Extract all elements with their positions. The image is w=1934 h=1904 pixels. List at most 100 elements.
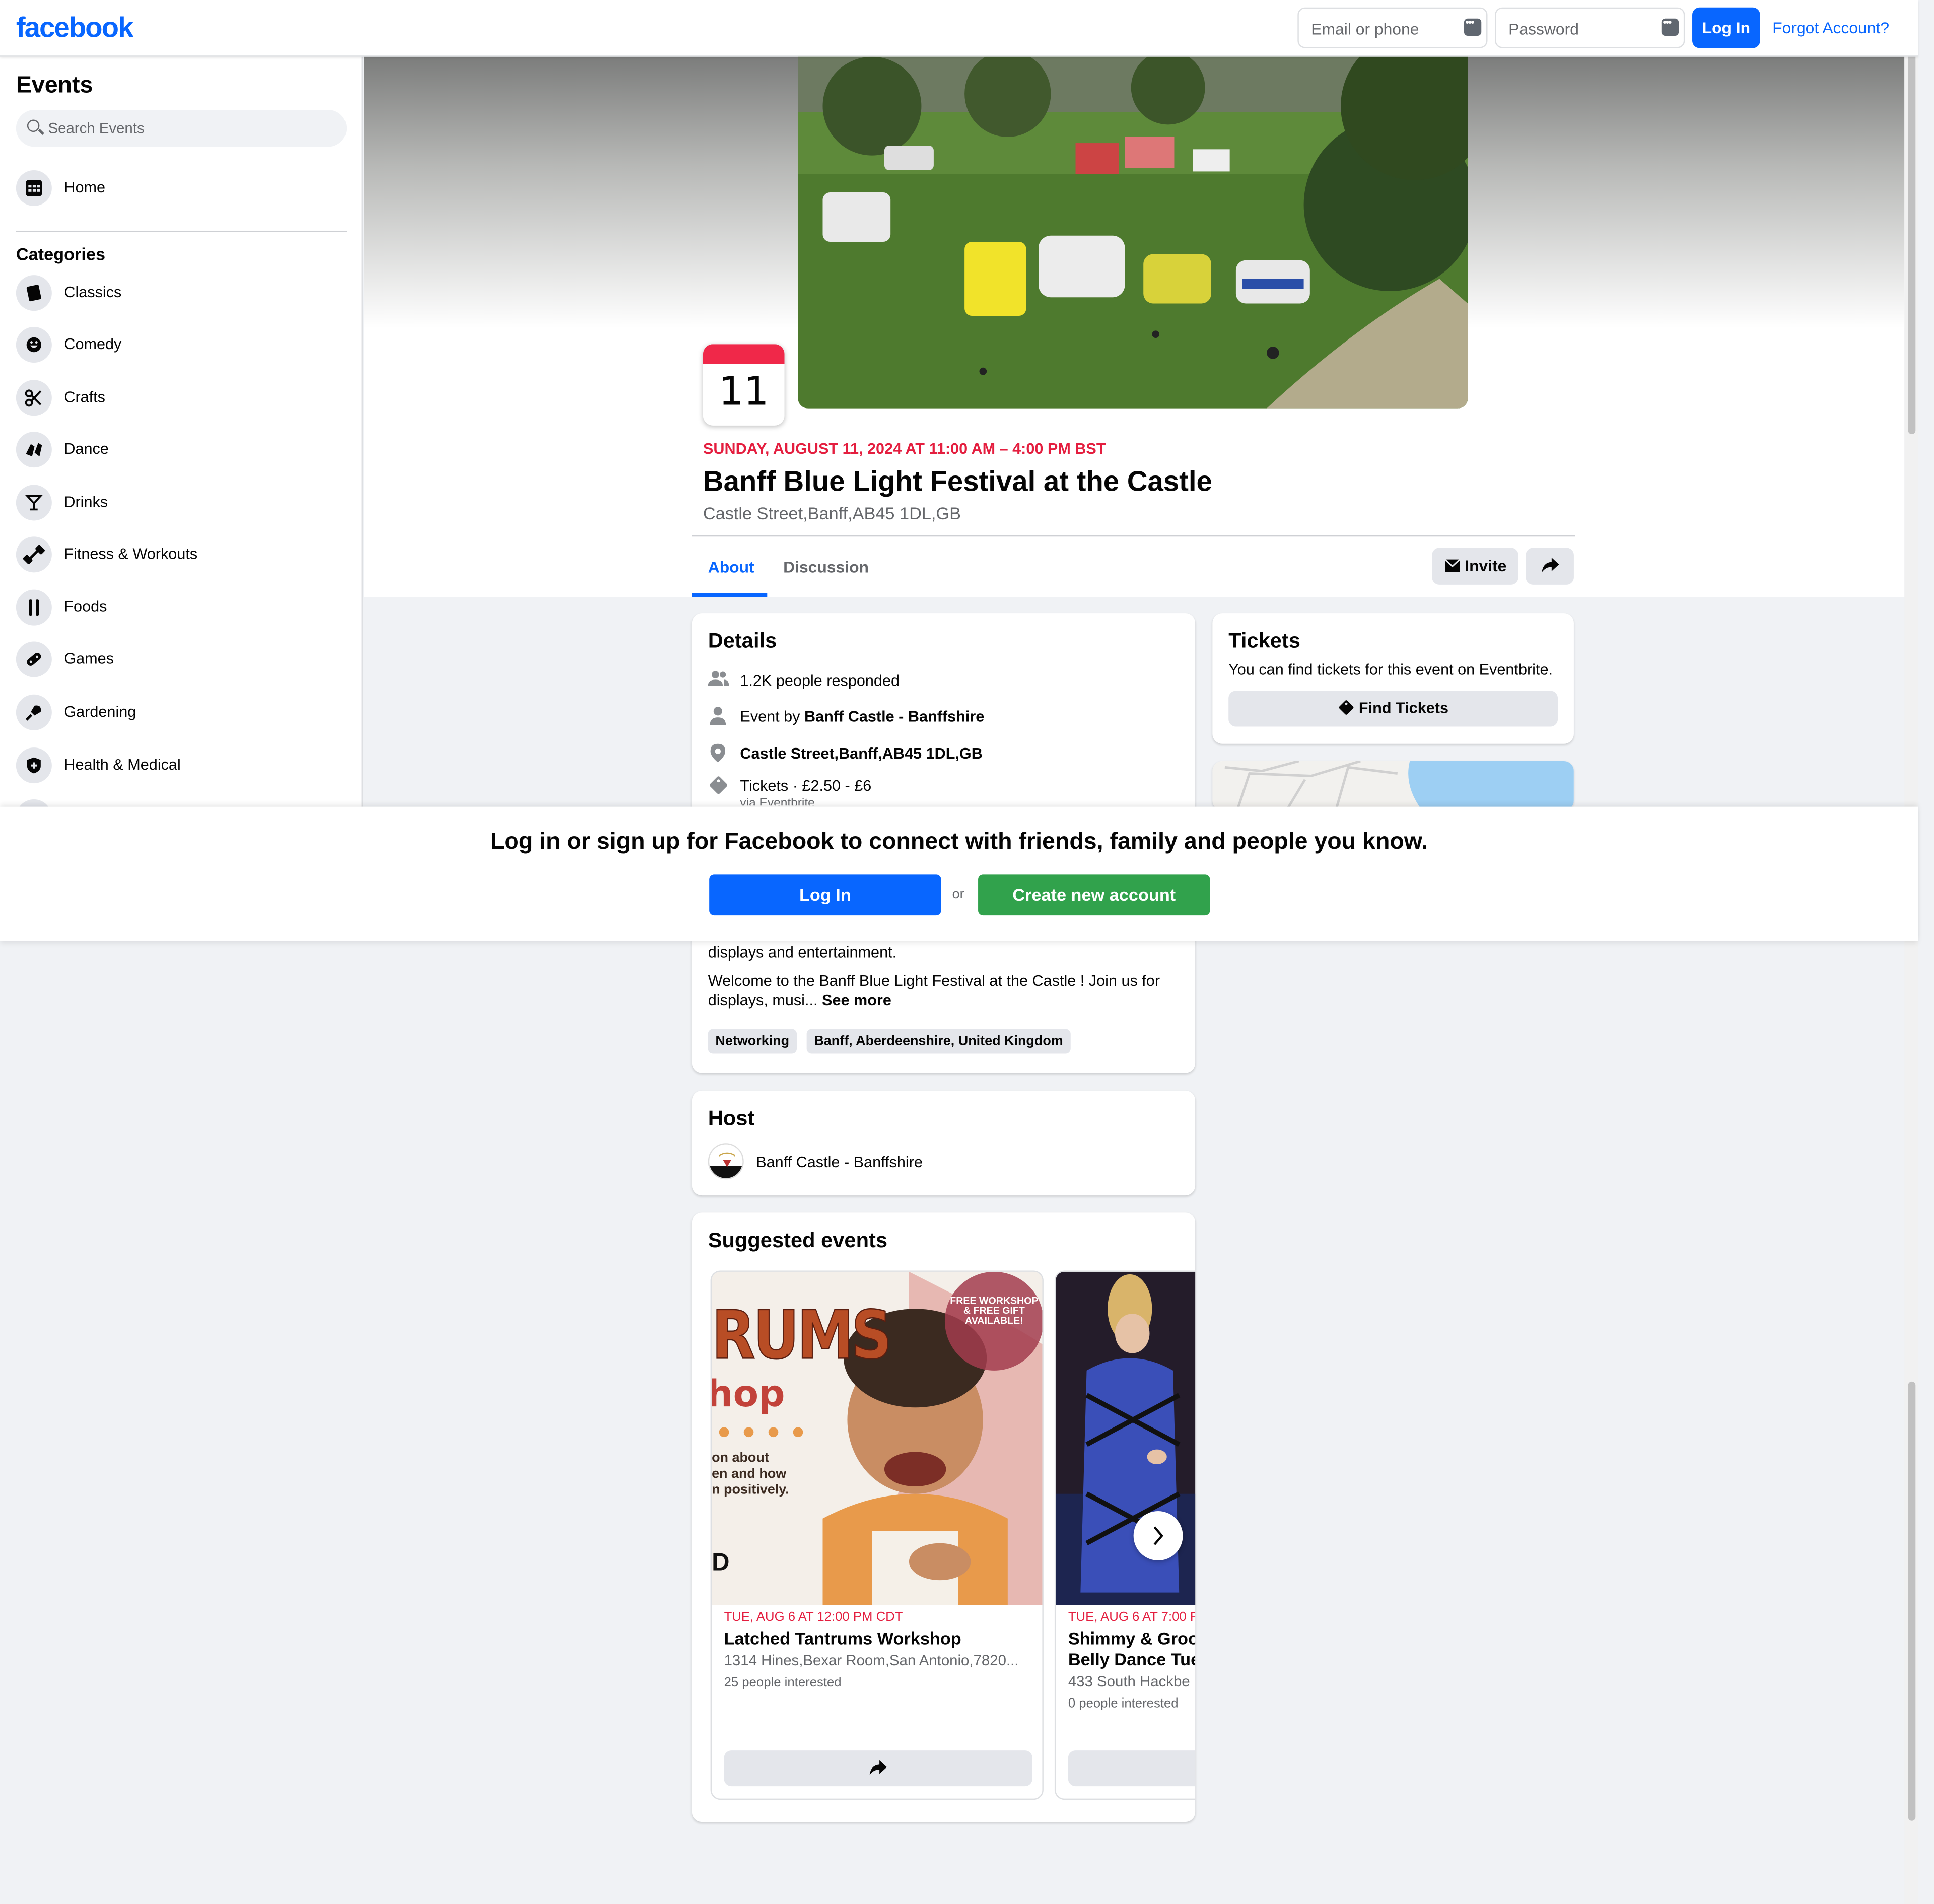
login-button[interactable]: Log In: [1692, 7, 1760, 48]
event-cover-photo[interactable]: [798, 56, 1468, 409]
suggested-event-location: 433 South Hackbe: [1068, 1672, 1190, 1690]
poster-headline: RUMS: [712, 1296, 892, 1375]
person-icon: [708, 706, 729, 727]
email-field[interactable]: Email or phone: [1297, 7, 1488, 48]
sidebar-item-fitness[interactable]: Fitness & Workouts: [16, 536, 347, 573]
tab-about[interactable]: About: [708, 558, 754, 576]
facebook-logo[interactable]: facebook: [16, 11, 134, 44]
suggested-event-card[interactable]: RUMS hop on about en and how n positivel…: [710, 1270, 1044, 1800]
header-divider: [692, 535, 1575, 537]
organizer-link[interactable]: Banff Castle - Banffshire: [804, 708, 984, 725]
description-line: Welcome to the Banff Blue Light Festival…: [708, 972, 1160, 990]
sidebar-title: Events: [16, 73, 93, 99]
suggested-heading: Suggested events: [708, 1229, 888, 1252]
scrollbar-thumb[interactable]: [1908, 1381, 1916, 1821]
password-field[interactable]: Password: [1495, 7, 1685, 48]
invite-button[interactable]: Invite: [1432, 548, 1518, 585]
sidebar-item-label: Dance: [64, 440, 109, 458]
password-placeholder: Password: [1508, 20, 1579, 38]
envelope-icon: [1443, 559, 1460, 572]
suggested-event-title[interactable]: Latched Tantrums Workshop: [724, 1628, 961, 1650]
sidebar-item-health[interactable]: Health & Medical: [16, 747, 347, 784]
tickets-card: Tickets You can find tickets for this ev…: [1212, 613, 1574, 744]
suggested-event-title[interactable]: Shimmy & GroovBelly Dance Tues: [1068, 1628, 1195, 1670]
sidebar-item-crafts[interactable]: Crafts: [16, 380, 347, 417]
password-manager-icon[interactable]: [1661, 16, 1679, 36]
suggested-event-date: TUE, AUG 6 AT 7:00 P: [1068, 1609, 1196, 1625]
sidebar-item-classics[interactable]: Classics: [16, 275, 347, 312]
sidebar-item-label: Comedy: [64, 335, 122, 353]
scrollbar-thumb[interactable]: [1908, 5, 1916, 435]
tag-chip[interactable]: Networking: [708, 1029, 797, 1054]
sidebar-item-drinks[interactable]: Drinks: [16, 485, 347, 521]
host-avatar[interactable]: [708, 1143, 744, 1180]
suggested-event-date: TUE, AUG 6 AT 12:00 PM CDT: [724, 1609, 903, 1625]
suggested-events-card: Suggested events RUMS hop on about en an…: [692, 1212, 1196, 1822]
event-title: Banff Blue Light Festival at the Castle: [703, 465, 1212, 497]
host-name-link[interactable]: Banff Castle - Banffshire: [756, 1153, 923, 1171]
event-by-prefix: Event by: [740, 708, 805, 726]
password-manager-icon[interactable]: [1464, 16, 1482, 36]
description-text: displays, musi...: [708, 991, 818, 1009]
description-line: displays, musi... See more: [708, 992, 891, 1009]
top-navigation-bar: facebook Email or phone Password Log In …: [0, 0, 1918, 57]
sidebar-item-label: Drinks: [64, 493, 108, 511]
categories-heading: Categories: [16, 244, 106, 264]
details-heading: Details: [708, 629, 777, 653]
host-heading: Host: [708, 1106, 755, 1130]
event-by-text: Event by Banff Castle - Banffshire: [740, 708, 984, 725]
book-icon: [16, 275, 52, 311]
suggested-event-interest: 0 people interested: [1068, 1696, 1179, 1711]
suggested-event-interest: 25 people interested: [724, 1675, 842, 1690]
login-prompt-text: Log in or sign up for Facebook to connec…: [490, 829, 1428, 855]
sidebar-item-more[interactable]: [16, 799, 347, 807]
utensils-icon: [16, 589, 52, 626]
carousel-next-button[interactable]: [1133, 1511, 1183, 1560]
sidebar-item-dance[interactable]: Dance: [16, 432, 347, 468]
people-icon: [708, 670, 729, 691]
event-address[interactable]: Castle Street,Banff,AB45 1DL,GB: [703, 503, 961, 523]
sidebar-item-games[interactable]: Games: [16, 641, 347, 678]
find-tickets-button[interactable]: Find Tickets: [1228, 691, 1558, 727]
forgot-account-link[interactable]: Forgot Account?: [1772, 19, 1889, 37]
category-icon: [16, 799, 52, 807]
share-arrow-icon: [1541, 557, 1559, 573]
share-button[interactable]: [1068, 1750, 1196, 1787]
poster-logo: D: [712, 1549, 730, 1577]
share-button[interactable]: [1526, 548, 1574, 585]
tab-discussion[interactable]: Discussion: [783, 558, 869, 576]
search-events-input[interactable]: Search Events: [16, 109, 347, 147]
chevron-right-icon: [1153, 1526, 1163, 1545]
share-button[interactable]: [724, 1750, 1032, 1787]
poster-badge-text: FREE WORKSHOP & FREE GIFT AVAILABLE!: [950, 1295, 1039, 1326]
sidebar-item-label: Gardening: [64, 703, 136, 721]
search-placeholder: Search Events: [48, 119, 145, 137]
dumbbell-icon: [16, 536, 52, 573]
sidebar-item-label: Games: [64, 650, 114, 667]
sidebar-item-gardening[interactable]: Gardening: [16, 694, 347, 731]
see-more-link[interactable]: See more: [822, 992, 891, 1009]
events-sidebar: Events Search Events Home Categories Cla…: [0, 56, 363, 807]
map-preview[interactable]: [1212, 761, 1574, 810]
tab-active-indicator: [692, 593, 768, 597]
date-badge-day: 11: [718, 367, 769, 415]
suggested-event-location: 1314 Hines,Bexar Room,San Antonio,7820..…: [724, 1652, 1019, 1669]
tickets-price-text: Tickets · £2.50 - £6: [740, 777, 872, 795]
event-poster-image[interactable]: RUMS hop on about en and how n positivel…: [712, 1271, 1043, 1605]
login-button[interactable]: Log In: [709, 874, 941, 916]
ticket-icon: [1338, 700, 1353, 715]
sidebar-item-comedy[interactable]: Comedy: [16, 326, 347, 364]
sidebar-item-foods[interactable]: Foods: [16, 589, 347, 627]
sidebar-item-home[interactable]: Home: [16, 170, 347, 207]
tag-chip[interactable]: Banff, Aberdeenshire, United Kingdom: [806, 1029, 1071, 1054]
page-scrollbar[interactable]: [1904, 0, 1918, 1904]
search-icon: [27, 119, 40, 132]
map-pin-icon: [708, 742, 729, 764]
create-account-button[interactable]: Create new account: [978, 874, 1210, 916]
location-text[interactable]: Castle Street,Banff,AB45 1DL,GB: [740, 745, 982, 762]
date-badge: 11: [703, 344, 785, 426]
sidebar-item-label: Classics: [64, 284, 122, 301]
poster-text-line: n positively.: [712, 1482, 789, 1498]
login-prompt-banner: Log in or sign up for Facebook to connec…: [0, 806, 1918, 941]
suggested-event-title-line: Shimmy & Groov: [1068, 1628, 1196, 1648]
